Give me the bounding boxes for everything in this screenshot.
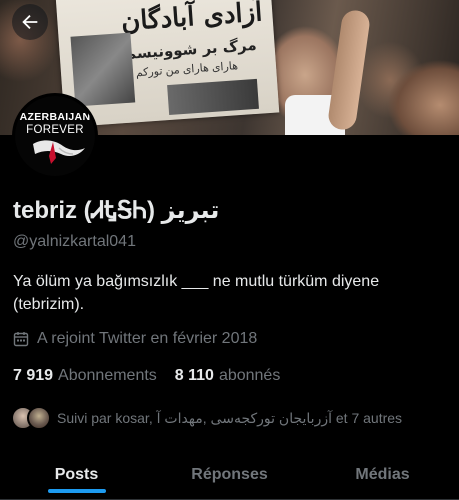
following-count: 7 919	[13, 367, 54, 384]
profile-tabs: Posts Réponses Médias	[0, 450, 459, 500]
newspaper-photo-strip	[167, 78, 259, 116]
calendar-icon	[13, 332, 29, 347]
avatar-emblem-icon	[33, 140, 85, 164]
tab-replies[interactable]: Réponses	[153, 450, 306, 499]
tab-posts[interactable]: Posts	[0, 450, 153, 499]
following-label: Abonnements	[58, 367, 157, 384]
banner-raised-arm	[326, 8, 372, 132]
newspaper-headline: آزادی آبادگان	[120, 0, 264, 38]
tab-label: Réponses	[191, 465, 268, 483]
newspaper-photo	[70, 32, 136, 107]
newspaper-caption: هارای هارای من تورکم	[135, 60, 239, 80]
profile-avatar[interactable]: AZERBAIJAN FOREVER	[12, 93, 98, 179]
avatar-text-line1: AZERBAIJAN	[19, 111, 91, 123]
avatar-text-line2: FOREVER	[26, 124, 84, 136]
join-date-text: A rejoint Twitter en février 2018	[37, 330, 258, 347]
banner-newspaper: آزادی آبادگان مرگ بر شوونیسم فارس هارای …	[55, 0, 280, 128]
join-date: A rejoint Twitter en février 2018	[13, 330, 257, 348]
followers-link[interactable]: 8 110 abonnés	[175, 367, 281, 385]
tab-media[interactable]: Médias	[306, 450, 459, 499]
profile-page: آزادی آبادگان مرگ بر شوونیسم فارس هارای …	[0, 0, 459, 500]
arrow-left-icon	[22, 14, 38, 30]
display-name: tebriz (ᏗᎿᎦᏂ) تبریز	[13, 197, 220, 224]
tab-label: Médias	[355, 465, 410, 483]
followed-by[interactable]: Suivi par kosar, آزربایجان تورکجه‌سی ,مه…	[11, 406, 402, 430]
profile-handle: @yalnizkartal041	[13, 233, 136, 250]
follower-avatar	[27, 406, 51, 430]
profile-stats: 7 919 Abonnements 8 110 abonnés	[13, 367, 298, 385]
followers-label: abonnés	[218, 367, 281, 384]
back-button[interactable]	[12, 4, 48, 40]
tab-label: Posts	[54, 465, 99, 483]
active-tab-indicator	[47, 489, 106, 493]
following-link[interactable]: 7 919 Abonnements	[13, 367, 157, 385]
followers-count: 8 110	[174, 367, 214, 384]
followed-by-text: Suivi par kosar, آزربایجان تورکجه‌سی ,مه…	[57, 409, 403, 426]
profile-bio: Ya ölüm ya bağımsızlık ___ ne mutlu türk…	[13, 273, 380, 313]
